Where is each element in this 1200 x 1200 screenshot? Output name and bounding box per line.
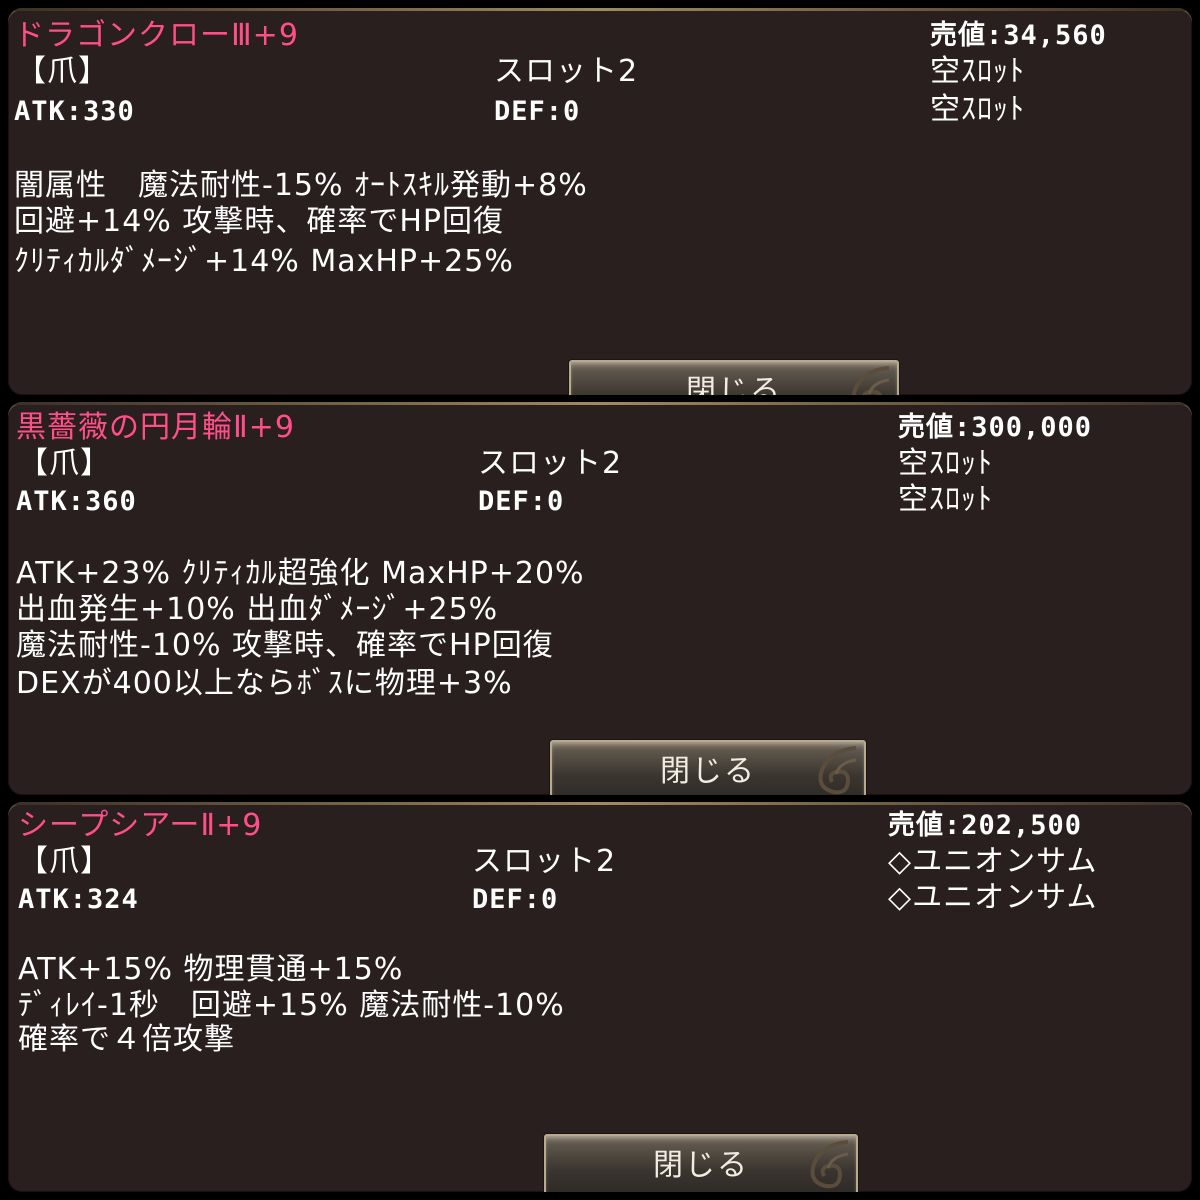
- equipment-detail-screen: ドラゴンクローⅢ+9 売値:34,560 【爪】 スロット2 空ｽﾛｯﾄ ATK…: [0, 0, 1200, 1200]
- effect-line: ATK+15% 物理貫通+15%: [18, 952, 404, 987]
- swirl-ornament-icon: [810, 1140, 849, 1189]
- effect-line: 回避+14% 攻撃時、確率でHP回復: [14, 204, 505, 239]
- item-detail-panel: シープシアーⅡ+9 売値:202,500 【爪】 スロット2 ◇ユニオンサム A…: [8, 802, 1192, 1192]
- slot-count: スロット2: [472, 844, 617, 879]
- item-category: 【爪】: [18, 446, 111, 481]
- effect-line: 確率で４倍攻撃: [18, 1022, 235, 1057]
- item-category: 【爪】: [16, 54, 109, 89]
- atk-stat: ATK:324: [18, 884, 139, 915]
- atk-stat: ATK:360: [16, 486, 137, 517]
- sell-price: 売値:34,560: [930, 20, 1107, 51]
- effect-line: 闇属性 魔法耐性-15% ｵｰﾄｽｷﾙ発動+8%: [14, 168, 588, 203]
- swirl-ornament-icon: [818, 746, 857, 795]
- slot-1: ◇ユニオンサム: [888, 844, 1098, 879]
- slot-1: 空ｽﾛｯﾄ: [930, 54, 1025, 89]
- effect-line: 魔法耐性-10% 攻撃時、確率でHP回復: [16, 628, 554, 663]
- close-button[interactable]: 閉じる: [550, 740, 866, 795]
- effect-line: 出血発生+10% 出血ﾀﾞﾒｰｼﾞ+25%: [16, 592, 499, 627]
- effect-line: ﾃﾞｨﾚｲ-1秒 回避+15% 魔法耐性-10%: [18, 988, 565, 1023]
- item-detail-panel: ドラゴンクローⅢ+9 売値:34,560 【爪】 スロット2 空ｽﾛｯﾄ ATK…: [8, 8, 1192, 395]
- atk-stat: ATK:330: [14, 96, 135, 127]
- effect-line: DEXが400以上ならﾎﾞｽに物理+3%: [16, 666, 513, 701]
- item-detail-panel: 黒薔薇の円月輪Ⅱ+9 売値:300,000 【爪】 スロット2 空ｽﾛｯﾄ AT…: [8, 402, 1192, 795]
- item-name: ドラゴンクローⅢ+9: [14, 18, 299, 53]
- slot-1: 空ｽﾛｯﾄ: [898, 446, 993, 481]
- slot-2: 空ｽﾛｯﾄ: [930, 92, 1025, 127]
- swirl-ornament-icon: [851, 366, 890, 395]
- effect-line: ATK+23% ｸﾘﾃｨｶﾙ超強化 MaxHP+20%: [16, 556, 585, 591]
- sell-price: 売値:202,500: [888, 810, 1083, 841]
- def-stat: DEF:0: [494, 96, 581, 127]
- sell-price: 売値:300,000: [898, 412, 1093, 443]
- item-name: 黒薔薇の円月輪Ⅱ+9: [16, 410, 295, 445]
- close-button[interactable]: 閉じる: [544, 1134, 858, 1192]
- close-button[interactable]: 閉じる: [569, 360, 899, 395]
- def-stat: DEF:0: [478, 486, 565, 517]
- effect-line: ｸﾘﾃｨｶﾙﾀﾞﾒｰｼﾞ+14% MaxHP+25%: [14, 244, 514, 279]
- slot-2: ◇ユニオンサム: [888, 880, 1098, 915]
- slot-2: 空ｽﾛｯﾄ: [898, 482, 993, 517]
- item-category: 【爪】: [18, 844, 111, 879]
- def-stat: DEF:0: [472, 884, 559, 915]
- slot-count: スロット2: [478, 446, 623, 481]
- slot-count: スロット2: [494, 54, 639, 89]
- item-name: シープシアーⅡ+9: [18, 808, 263, 843]
